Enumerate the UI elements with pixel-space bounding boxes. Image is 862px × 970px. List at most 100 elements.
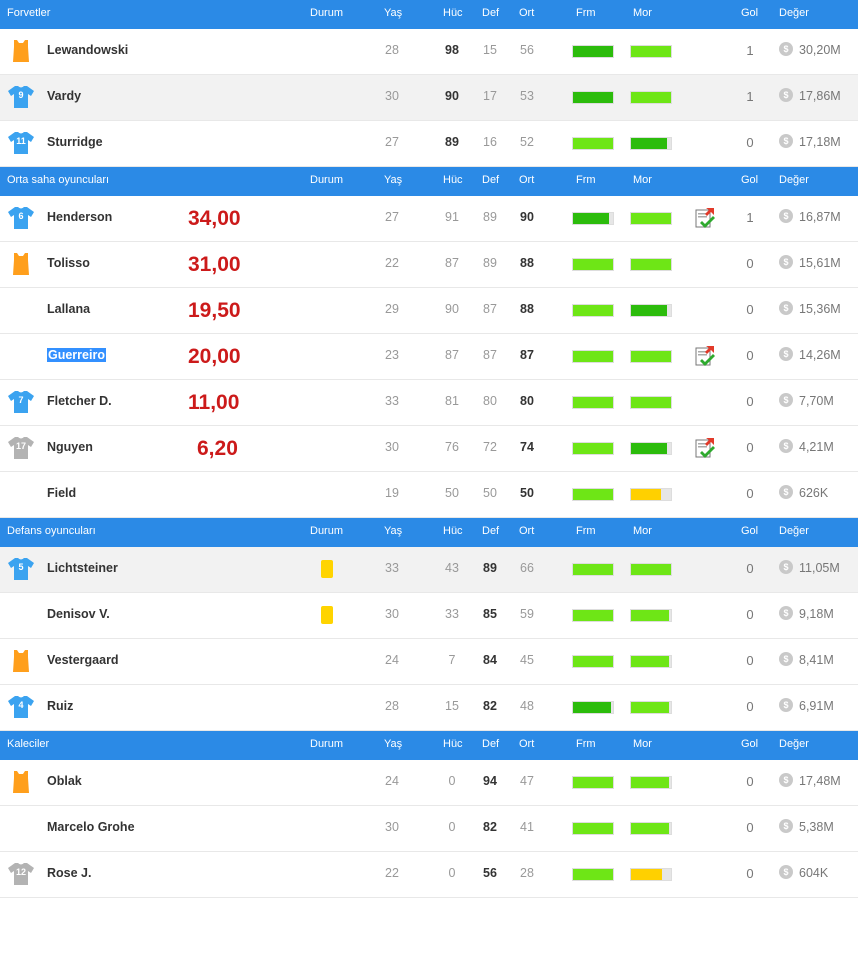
player-name[interactable]: Henderson: [47, 210, 112, 224]
player-row[interactable]: 12 Rose J. 22 0 56 28 0 $604K: [0, 852, 858, 898]
player-row[interactable]: Denisov V. 30 33 85 59 0 $9,18M: [0, 593, 858, 639]
jersey-icon: 17: [7, 435, 35, 461]
column-header[interactable]: Hüc: [443, 7, 463, 19]
form-bar: [572, 91, 614, 104]
player-name[interactable]: Vardy: [47, 89, 81, 103]
stat-ort: 48: [520, 699, 534, 713]
morale-bar-fill: [631, 305, 667, 316]
player-row[interactable]: 17 Nguyen 6,20 30 76 72 74 0 $4,21M: [0, 426, 858, 472]
column-header[interactable]: Mor: [633, 7, 652, 19]
player-row[interactable]: Oblak 24 0 94 47 0 $17,48M: [0, 760, 858, 806]
player-name[interactable]: Denisov V.: [47, 607, 110, 621]
stat-def: 80: [483, 394, 497, 408]
column-header[interactable]: Değer: [779, 174, 809, 186]
player-name[interactable]: Nguyen: [47, 440, 93, 454]
column-header[interactable]: Def: [482, 174, 499, 186]
column-header[interactable]: Durum: [310, 174, 343, 186]
stat-gol: 0: [746, 561, 754, 576]
section-title: Forvetler: [7, 7, 51, 19]
player-row[interactable]: Field 19 50 50 50 0 $626K: [0, 472, 858, 518]
coin-icon: $: [779, 301, 793, 315]
player-name[interactable]: Lewandowski: [47, 43, 128, 57]
column-header[interactable]: Değer: [779, 525, 809, 537]
column-header[interactable]: Gol: [741, 174, 758, 186]
player-row[interactable]: 4 Ruiz 28 15 82 48 0 $6,91M: [0, 685, 858, 731]
column-header[interactable]: Gol: [741, 7, 758, 19]
player-row[interactable]: 9 Vardy 30 90 17 53 1 $17,86M: [0, 75, 858, 121]
morale-bar: [630, 776, 672, 789]
player-name[interactable]: Fletcher D.: [47, 394, 112, 408]
column-header[interactable]: Def: [482, 7, 499, 19]
player-value: 14,26M: [799, 348, 841, 362]
report-tick-icon[interactable]: [694, 437, 716, 459]
stat-def: 17: [483, 89, 497, 103]
column-header[interactable]: Frm: [576, 174, 596, 186]
player-name[interactable]: Marcelo Grohe: [47, 820, 135, 834]
player-row[interactable]: Vestergaard 24 7 84 45 0 $8,41M: [0, 639, 858, 685]
column-header[interactable]: Ort: [519, 525, 534, 537]
column-header[interactable]: Yaş: [384, 738, 402, 750]
stat-age: 33: [385, 561, 399, 575]
player-name[interactable]: Lallana: [47, 302, 90, 316]
column-header[interactable]: Yaş: [384, 174, 402, 186]
column-header[interactable]: Gol: [741, 738, 758, 750]
column-header[interactable]: Hüc: [443, 525, 463, 537]
player-name[interactable]: Guerreiro: [47, 348, 106, 362]
coin-icon: $: [779, 42, 793, 56]
stat-ort: 56: [520, 43, 534, 57]
column-header[interactable]: Değer: [779, 738, 809, 750]
column-header[interactable]: Mor: [633, 738, 652, 750]
stat-ort: 52: [520, 135, 534, 149]
form-bar: [572, 396, 614, 409]
column-header[interactable]: Mor: [633, 525, 652, 537]
yellow-card-icon: [321, 560, 333, 578]
column-header[interactable]: Def: [482, 738, 499, 750]
player-name[interactable]: Lichtsteiner: [47, 561, 118, 575]
morale-bar: [630, 488, 672, 501]
column-header[interactable]: Frm: [576, 738, 596, 750]
player-row[interactable]: 11 Sturridge 27 89 16 52 0 $17,18M: [0, 121, 858, 167]
column-header[interactable]: Hüc: [443, 174, 463, 186]
player-row[interactable]: Marcelo Grohe 30 0 82 41 0 $5,38M: [0, 806, 858, 852]
column-header[interactable]: Değer: [779, 7, 809, 19]
player-name[interactable]: Field: [47, 486, 76, 500]
player-row[interactable]: 6 Henderson 34,00 27 91 89 90 1 $16,87M: [0, 196, 858, 242]
jersey-number: 6: [18, 211, 24, 221]
stat-gol: 0: [746, 699, 754, 714]
jersey-icon: 4: [7, 694, 35, 720]
player-row[interactable]: 7 Fletcher D. 11,00 33 81 80 80 0 $7,70M: [0, 380, 858, 426]
player-name[interactable]: Oblak: [47, 774, 82, 788]
form-bar-fill: [573, 489, 613, 500]
column-header[interactable]: Ort: [519, 738, 534, 750]
player-row[interactable]: Guerreiro 20,00 23 87 87 87 0 $14,26M: [0, 334, 858, 380]
report-tick-icon[interactable]: [694, 345, 716, 367]
price-annotation: 6,20: [197, 437, 238, 460]
column-header[interactable]: Durum: [310, 738, 343, 750]
column-header[interactable]: Ort: [519, 174, 534, 186]
player-name[interactable]: Rose J.: [47, 866, 91, 880]
morale-bar-fill: [631, 92, 671, 103]
column-header[interactable]: Def: [482, 525, 499, 537]
column-header[interactable]: Durum: [310, 525, 343, 537]
player-row[interactable]: Lewandowski 28 98 15 56 1 $30,20M: [0, 29, 858, 75]
player-name[interactable]: Ruiz: [47, 699, 73, 713]
column-header[interactable]: Yaş: [384, 7, 402, 19]
player-name[interactable]: Tolisso: [47, 256, 90, 270]
column-header[interactable]: Hüc: [443, 738, 463, 750]
column-header[interactable]: Ort: [519, 7, 534, 19]
coin-icon: $: [779, 134, 793, 148]
player-row[interactable]: Lallana 19,50 29 90 87 88 0 $15,36M: [0, 288, 858, 334]
player-row[interactable]: Tolisso 31,00 22 87 89 88 0 $15,61M: [0, 242, 858, 288]
column-header[interactable]: Yaş: [384, 525, 402, 537]
report-tick-icon[interactable]: [694, 207, 716, 229]
column-header[interactable]: Frm: [576, 525, 596, 537]
stat-def: 82: [483, 699, 497, 713]
player-name[interactable]: Vestergaard: [47, 653, 119, 667]
column-header[interactable]: Frm: [576, 7, 596, 19]
column-header[interactable]: Durum: [310, 7, 343, 19]
column-header[interactable]: Mor: [633, 174, 652, 186]
stat-age: 23: [385, 348, 399, 362]
player-row[interactable]: 5 Lichtsteiner 33 43 89 66 0 $11,05M: [0, 547, 858, 593]
column-header[interactable]: Gol: [741, 525, 758, 537]
player-name[interactable]: Sturridge: [47, 135, 103, 149]
